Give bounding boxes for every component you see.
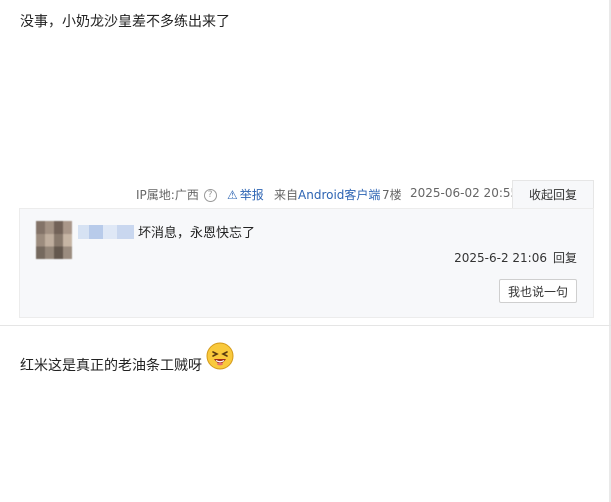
post-next <box>0 326 611 502</box>
client-source: 来自Android客户端 <box>274 186 380 203</box>
client-link[interactable]: Android客户端 <box>298 188 380 202</box>
post-content-2: 红米这是真正的老油条工贼呀 <box>20 342 234 376</box>
reply-text: 坏消息，永恩快忘了 <box>138 226 256 241</box>
reply-time: 2025-6-2 21:06 <box>454 251 547 265</box>
floor-number: 7楼 <box>382 188 402 202</box>
post-text: 红米这是真正的老油条工贼呀 <box>20 358 202 374</box>
report-label: 举报 <box>239 188 264 202</box>
reply-meta: 2025-6-2 21:06 回复 <box>454 249 577 266</box>
reply-panel: 坏消息，永恩快忘了 2025-6-2 21:06 回复 我也说一句 <box>19 208 594 318</box>
avatar[interactable] <box>36 221 72 259</box>
source-prefix: 来自 <box>274 188 299 202</box>
question-circle-icon[interactable]: ? <box>203 189 217 202</box>
ip-location: IP属地:广西 ? <box>136 186 217 203</box>
post-content: 没事，小奶龙沙皇差不多练出来了 <box>20 14 230 30</box>
report-link[interactable]: ⚠ 举报 <box>227 186 264 203</box>
laughing-face-emoji <box>206 342 234 370</box>
reply-username[interactable] <box>78 225 134 239</box>
reply-link[interactable]: 回复 <box>553 251 577 265</box>
ip-location-label: IP属地:广西 <box>136 188 199 202</box>
warning-triangle-icon: ⚠ <box>227 188 238 202</box>
post-date: 2025-06-02 20:55 <box>410 186 519 200</box>
collapse-reply-button[interactable]: 收起回复 <box>512 180 594 209</box>
say-something-button[interactable]: 我也说一句 <box>499 279 577 303</box>
